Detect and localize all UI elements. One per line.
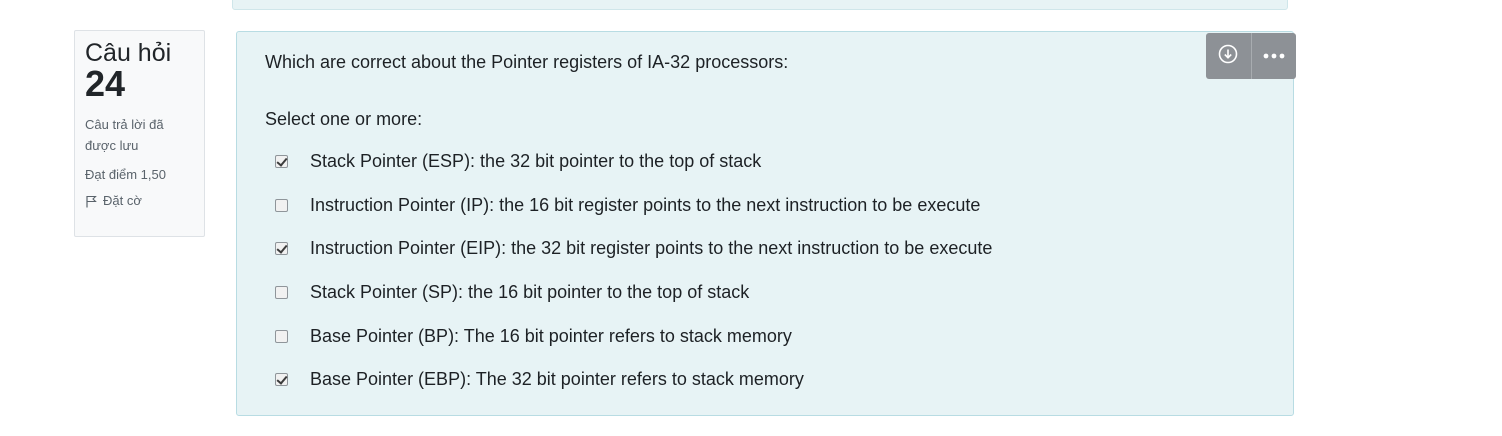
answer-label[interactable]: Base Pointer (BP): The 16 bit pointer re… [310, 326, 792, 347]
question-content: Which are correct about the Pointer regi… [236, 31, 1296, 416]
answer-checkbox[interactable] [275, 286, 288, 300]
answer-prompt: Select one or more: [265, 109, 423, 129]
question-text: Which are correct about the Pointer regi… [265, 52, 789, 72]
more-options-button[interactable] [1250, 33, 1296, 79]
answer-label[interactable]: Stack Pointer (ESP): the 32 bit pointer … [310, 151, 761, 172]
answer-option[interactable]: Stack Pointer (ESP): the 32 bit pointer … [275, 140, 992, 184]
quiz-page: Câu hỏi 24 Câu trả lời đã được lưu Đạt đ… [0, 0, 1502, 436]
answer-label[interactable]: Instruction Pointer (IP): the 16 bit reg… [310, 195, 980, 216]
answer-label[interactable]: Instruction Pointer (EIP): the 32 bit re… [310, 238, 992, 259]
answer-option[interactable]: Base Pointer (EBP): The 32 bit pointer r… [275, 358, 992, 402]
question-info-box: Câu hỏi 24 Câu trả lời đã được lưu Đạt đ… [74, 30, 205, 237]
download-button[interactable] [1206, 33, 1251, 79]
answer-checkbox[interactable] [275, 198, 288, 212]
download-circle-icon [1217, 43, 1239, 70]
answer-checkbox[interactable] [275, 373, 288, 387]
flag-label: Đặt cờ [103, 193, 142, 208]
answer-option[interactable]: Stack Pointer (SP): the 16 bit pointer t… [275, 271, 992, 315]
flag-icon [85, 195, 97, 208]
question-grade: Đạt điểm 1,50 [85, 167, 166, 182]
answer-option[interactable]: Instruction Pointer (IP): the 16 bit reg… [275, 184, 992, 228]
answer-label[interactable]: Stack Pointer (SP): the 16 bit pointer t… [310, 282, 749, 303]
answer-option[interactable]: Instruction Pointer (EIP): the 32 bit re… [275, 227, 992, 271]
answer-list: Stack Pointer (ESP): the 32 bit pointer … [275, 140, 992, 402]
question-number: 24 [85, 63, 126, 104]
answer-option[interactable]: Base Pointer (BP): The 16 bit pointer re… [275, 314, 992, 358]
answer-label[interactable]: Base Pointer (EBP): The 32 bit pointer r… [310, 369, 804, 390]
answer-checkbox[interactable] [275, 155, 288, 169]
question-state: Câu trả lời đã được lưu [85, 117, 164, 153]
question-toolbar [1206, 33, 1296, 79]
answer-checkbox[interactable] [275, 242, 288, 256]
previous-question-card [232, 0, 1288, 10]
answer-checkbox[interactable] [275, 329, 288, 343]
flag-question-button[interactable]: Đặt cờ [85, 192, 194, 210]
more-dots-icon [1262, 47, 1286, 65]
